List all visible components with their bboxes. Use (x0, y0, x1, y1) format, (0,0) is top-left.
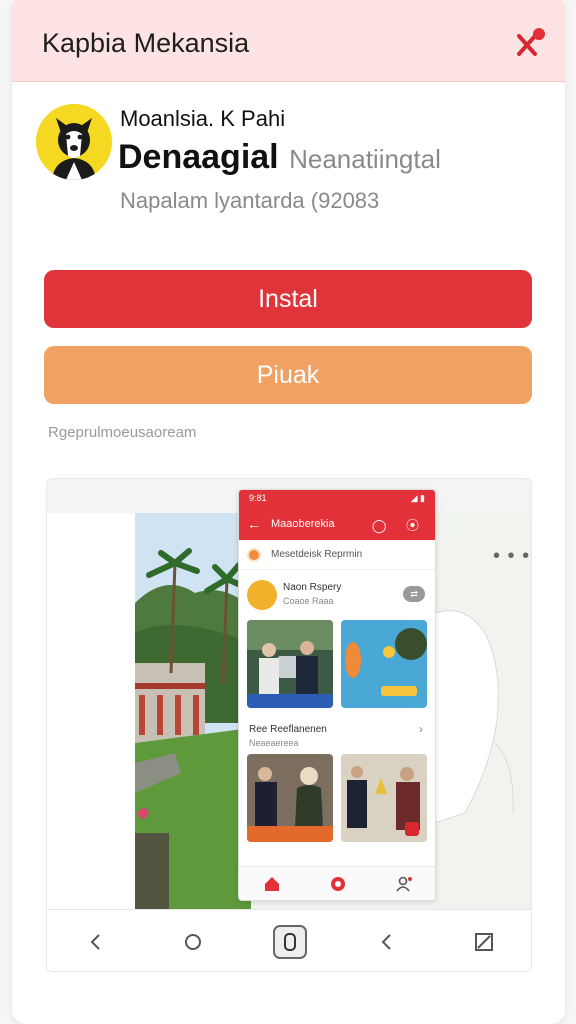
nav-home-button[interactable] (173, 922, 213, 962)
phone-card-promo (341, 620, 427, 708)
dialog-titlebar: Kapbia Mekansia (12, 0, 565, 82)
screenshot-preview[interactable]: • • • 9:81 ◢ ▮ ← Maaoberekia ◯ ⦿ Mesetde… (46, 478, 532, 972)
caption-text: Rgeprulmoeusaoream (48, 424, 197, 441)
app-name: Denaagial (118, 138, 279, 176)
map-background (435, 513, 531, 909)
phone-card-row-2 (247, 754, 427, 842)
phone-back-icon: ← (247, 516, 261, 532)
phone-profile-pill: ⇄ (403, 586, 425, 602)
forward-icon (381, 933, 391, 950)
dialog-title: Kapbia Mekansia (42, 28, 250, 58)
install-dialog: Kapbia Mekansia Moanlsia. K Pahi Denaagi… (12, 0, 565, 1024)
phone-appbar-actions: ◯ ⦿ (371, 518, 427, 533)
developer-name: Moanlsia. K Pahi (120, 106, 286, 131)
dog-icon (36, 104, 112, 180)
more-options-icon[interactable]: • • • (493, 545, 530, 568)
nav-overview-button[interactable] (270, 922, 310, 962)
phone-app-bar: ← Maaoberekia ◯ ⦿ (239, 508, 435, 540)
phone-card-people (247, 620, 333, 708)
phone-mockup: 9:81 ◢ ▮ ← Maaoberekia ◯ ⦿ Mesetdeisk Re… (238, 489, 436, 901)
app-avatar (36, 104, 112, 180)
phone-notice-row: Mesetdeisk Reprmin (239, 540, 435, 570)
app-name-row: Denaagial Neanatiingtal (118, 138, 441, 177)
phone-notice-text: Mesetdeisk Reprmin (271, 549, 363, 560)
scenery-image (135, 513, 251, 909)
system-navigation-bar (47, 909, 531, 971)
nav-forward-button[interactable] (367, 922, 407, 962)
phone-profile-icon (396, 876, 412, 892)
phone-home-icon (265, 876, 279, 891)
phone-bottom-nav (239, 866, 435, 900)
preview-blank-panel (47, 513, 135, 909)
phone-section-subtitle: Neaeaereea (249, 738, 299, 748)
phone-card-officials (341, 754, 427, 842)
phone-section-chevron-icon: › (419, 722, 423, 736)
back-icon (90, 933, 100, 950)
phone-chat-icon (331, 876, 345, 891)
expand-icon (475, 932, 494, 951)
home-icon (184, 933, 201, 950)
phone-profile-row: Naon Rspery Coaoe Raaa ⇄ (239, 576, 435, 618)
phone-card-row-1 (247, 620, 427, 708)
nav-back-button[interactable] (76, 922, 116, 962)
phone-status-bar: 9:81 ◢ ▮ (239, 490, 435, 508)
phone-appbar-title: Maaoberekia (271, 518, 335, 530)
app-name-secondary: Neanatiingtal (289, 144, 441, 174)
phone-status-time: 9:81 (249, 493, 267, 503)
phone-notice-dot-icon (247, 547, 261, 562)
nav-expand-button[interactable] (464, 922, 504, 962)
app-meta: Napalam lyantarda (92083 (120, 188, 380, 213)
app-header: Moanlsia. K Pahi Denaagial Neanatiingtal… (34, 100, 554, 230)
install-button[interactable]: Instal (44, 270, 532, 328)
phone-profile-name: Naon Rspery (283, 582, 342, 593)
close-icon (517, 28, 545, 56)
close-button[interactable] (513, 26, 547, 60)
secondary-button[interactable]: Piuak (44, 346, 532, 404)
phone-section-title: Ree Reeflanenen (249, 724, 327, 735)
phone-status-icons: ◢ ▮ (410, 493, 425, 503)
overview-icon (272, 924, 307, 959)
phone-profile-avatar (247, 580, 277, 610)
phone-profile-sub: Coaoe Raaa (283, 596, 334, 606)
phone-card-group (247, 754, 333, 842)
